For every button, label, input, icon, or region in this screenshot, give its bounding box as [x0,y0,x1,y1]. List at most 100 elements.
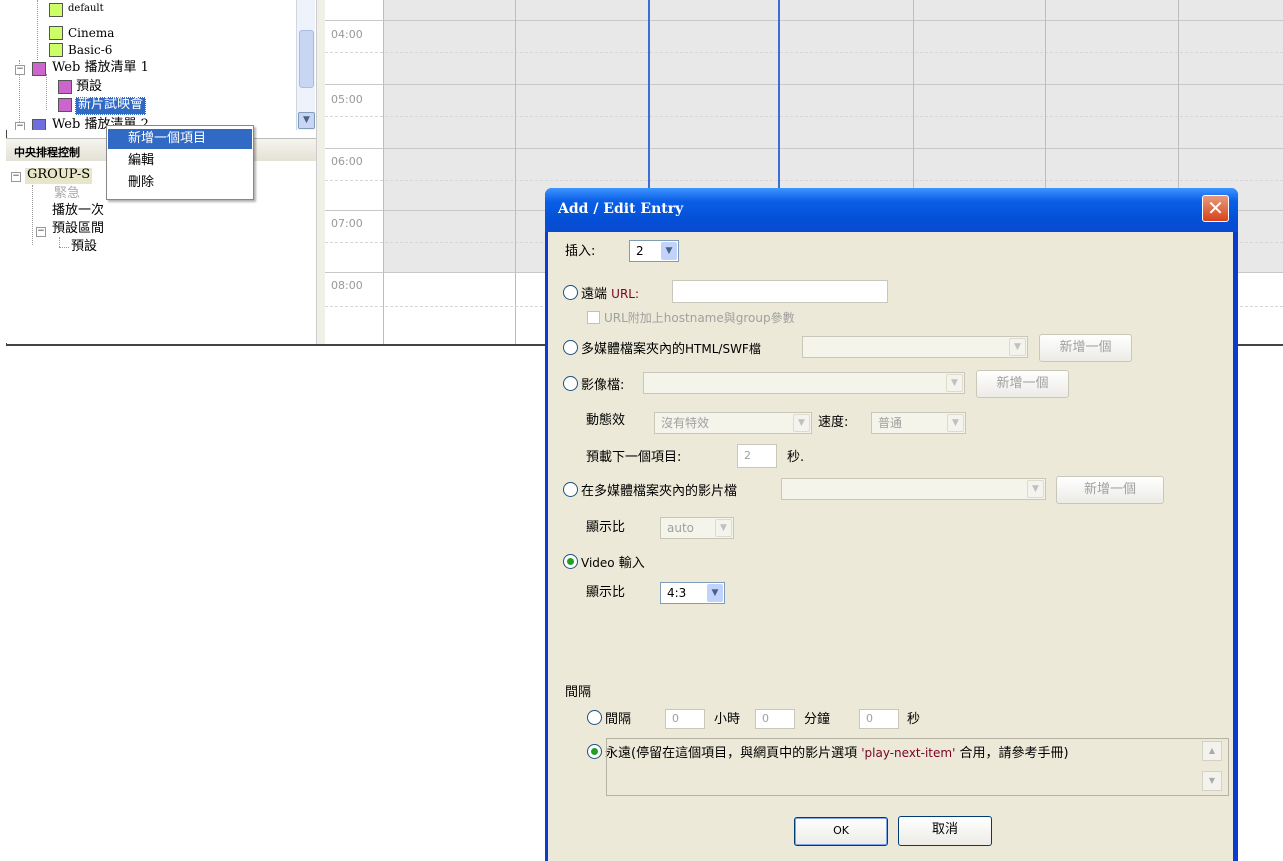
effect-value: 沒有特效 [661,416,710,430]
remote-label: 遠端 [581,287,608,302]
menu-item-add-new[interactable]: 新增一個項目 [108,129,252,149]
chevron-down-icon: ▼ [1027,480,1044,498]
collapse-icon[interactable]: − [15,65,25,75]
remote-url-radio[interactable] [563,285,578,300]
time-label: 08:00 [331,279,363,292]
hours-label: 小時 [714,712,741,727]
close-icon[interactable]: ✕ [1202,195,1229,222]
dialog-body: 插入: 2 ▼ 遠端 URL: URL附加上hostname與group參數 多… [548,232,1233,861]
collapse-icon[interactable]: − [36,227,46,237]
add-video-file-button[interactable]: 新增一個 [1056,476,1164,504]
html-swf-radio[interactable] [563,340,578,355]
dialog-title-bar[interactable]: Add / Edit Entry ✕ [545,188,1238,232]
insert-select[interactable]: 2 ▼ [629,240,679,262]
playlist-icon [58,98,72,112]
preset-range-node[interactable]: 預設區間 [52,222,104,238]
tree-connector [46,74,47,110]
playlist-icon [58,80,72,94]
effect-select[interactable]: 沒有特效 ▼ [654,412,812,434]
add-html-swf-button[interactable]: 新增一個 [1039,334,1132,362]
time-label: 07:00 [331,217,363,230]
scroll-up-icon[interactable]: ▲ [1202,741,1222,761]
aspect-auto-select[interactable]: auto ▼ [660,517,734,539]
tree-item-premiere[interactable]: 新片試映會 [75,97,147,115]
tree-scrollbar[interactable]: ▼ [296,0,315,130]
chevron-down-icon: ▼ [707,584,723,602]
image-label: 影像檔: [581,378,625,393]
minutes-label: 分鐘 [804,712,831,727]
interval-minutes-input[interactable]: 0 [755,709,795,729]
cancel-button[interactable]: 取消 [898,816,992,846]
chevron-down-icon: ▼ [1009,338,1026,356]
speed-value: 普通 [878,416,903,430]
menu-item-edit[interactable]: 編輯 [108,151,252,171]
folder-icon [49,3,63,17]
day-column-line [515,0,516,344]
html-swf-label-prefix: 多媒體檔案夾內的 [581,342,686,357]
aspect-label: 顯示比 [586,520,626,535]
forever-scrollbar[interactable]: ▲ ▼ [1202,741,1222,791]
video-file-radio[interactable] [563,482,578,497]
effect-label: 動態效 [586,413,626,428]
append-hostname-checkbox[interactable] [587,311,600,324]
collapse-icon[interactable]: − [11,172,21,182]
scroll-down-icon[interactable]: ▼ [298,112,315,129]
remote-url-label: 遠端 URL: [581,283,639,302]
tree-item-default[interactable]: default [68,2,104,18]
emergency-node[interactable]: 緊急 [54,187,80,203]
preset-leaf-node[interactable]: 預設 [71,240,97,256]
speed-select[interactable]: 普通 ▼ [871,412,966,434]
group-node[interactable]: GROUP-S [25,168,93,184]
play-once-node[interactable]: 播放一次 [52,204,104,220]
html-swf-label-suffix: HTML/SWF檔 [685,342,761,356]
chevron-down-icon: ▼ [715,519,732,537]
hour-gridline [325,20,1283,21]
url-suffix: URL: [611,287,640,301]
context-menu: 新增一個項目 編輯 刪除 [106,125,254,200]
video-input-label: Video 輸入 [581,552,645,571]
day-column-line [383,0,384,344]
insert-label: 插入: [565,244,596,259]
image-radio[interactable] [563,376,578,391]
tree-item-preset[interactable]: 預設 [76,80,102,96]
aspect-video-value: 4:3 [667,586,687,600]
chevron-down-icon: ▼ [793,414,810,432]
remote-url-input[interactable] [672,280,888,303]
video-input-radio[interactable] [563,554,578,569]
append-hostname-label: URL附加上hostname與group參數 [604,311,795,325]
tree-connector [59,247,69,248]
video-input-label-zh: 輸入 [614,556,645,571]
scroll-down-icon[interactable]: ▼ [1202,771,1222,791]
preload-seconds-input[interactable]: 2 [737,444,777,468]
seconds-label: 秒 [907,712,921,727]
scroll-thumb[interactable] [299,30,314,88]
interval-hours-input[interactable]: 0 [665,709,705,729]
tree-item-basic6[interactable]: Basic-6 [68,43,112,59]
html-swf-label: 多媒體檔案夾內的HTML/SWF檔 [581,338,761,357]
tree-item-web-playlist-1[interactable]: Web 播放清單 1 [52,61,149,77]
forever-radio[interactable] [587,744,602,759]
time-label: 04:00 [331,28,363,41]
time-label: 06:00 [331,155,363,168]
tree-connector [32,185,33,245]
playlist-tree[interactable]: default Cinema Basic-6 − Web 播放清單 1 預設 新… [6,0,316,130]
ok-button[interactable]: OK [794,817,888,846]
video-input-label-en: Video [581,556,615,570]
video-file-label: 在多媒體檔案夾內的影片檔 [581,484,738,499]
speed-label: 速度: [818,415,849,430]
collapse-icon[interactable]: − [15,122,25,130]
aspect-video-select[interactable]: 4:3 ▼ [660,582,725,604]
menu-item-delete[interactable]: 刪除 [108,173,252,193]
chevron-down-icon: ▼ [947,414,964,432]
image-select[interactable]: ▼ [643,372,965,394]
playlist-icon [32,119,46,130]
interval-radio[interactable] [587,710,602,725]
video-file-select[interactable]: ▼ [781,478,1046,500]
add-image-button[interactable]: 新增一個 [976,370,1069,398]
tree-item-cinema[interactable]: Cinema [68,26,114,42]
chevron-down-icon: ▼ [661,242,677,260]
preload-unit: 秒. [787,450,805,465]
interval-seconds-input[interactable]: 0 [859,709,899,729]
chevron-down-icon: ▼ [946,374,963,392]
html-swf-select[interactable]: ▼ [802,336,1028,358]
